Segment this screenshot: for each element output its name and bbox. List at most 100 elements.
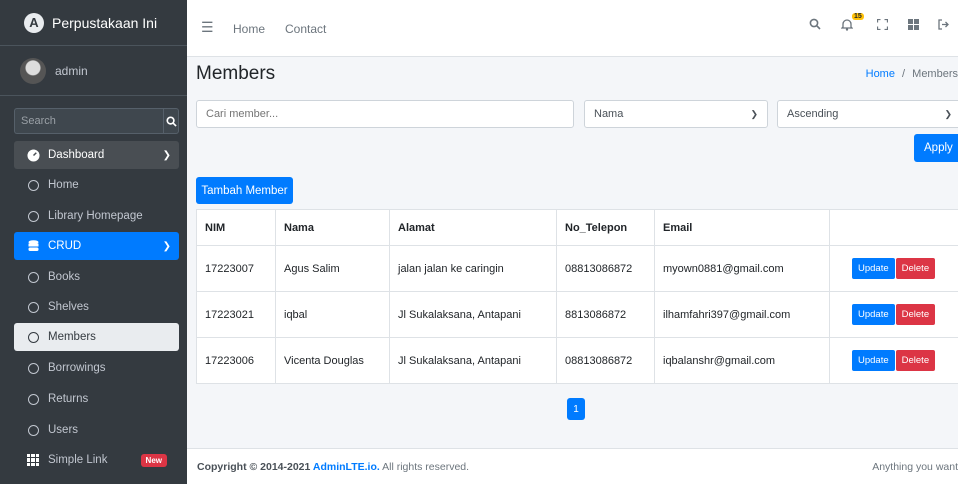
sidebar-item-label: Shelves: [48, 301, 89, 313]
circle-icon: [27, 424, 39, 436]
sidebar-item-crud[interactable]: CRUD ❯: [14, 232, 179, 260]
chevron-down-icon: ❯: [944, 108, 952, 119]
nav-link-home[interactable]: Home: [233, 22, 265, 36]
logout-icon[interactable]: [938, 18, 949, 33]
copyright-prefix: Copyright © 2014-2021: [197, 461, 313, 473]
cell-nama: Agus Salim: [275, 245, 390, 292]
cell-actions: Update Delete: [829, 245, 958, 292]
cell-telepon: 8813086872: [556, 291, 655, 338]
column-header[interactable]: No_Telepon: [556, 209, 655, 246]
table-row: 17223006 Vicenta Douglas Jl Sukalaksana,…: [196, 337, 958, 384]
cell-telepon: 08813086872: [556, 337, 655, 384]
sidebar-search-input[interactable]: [14, 108, 163, 134]
new-badge: New: [140, 453, 167, 467]
cell-nama: Vicenta Douglas: [275, 337, 390, 384]
page-title: Members: [196, 63, 276, 84]
sidebar-item-label: Borrowings: [48, 362, 106, 374]
column-header[interactable]: Alamat: [389, 209, 557, 246]
sidebar-item-label: Simple Link: [48, 454, 108, 466]
sidebar-search: [14, 108, 179, 134]
column-header[interactable]: Nama: [275, 209, 390, 246]
update-button[interactable]: Update: [852, 350, 895, 371]
navbar-search-icon[interactable]: [809, 18, 821, 33]
sidebar-item-label: Users: [48, 424, 79, 436]
delete-button[interactable]: Delete: [895, 304, 936, 325]
sidebar-item-dashboard[interactable]: Dashboard ❯: [14, 141, 179, 169]
cell-email: myown0881@gmail.com: [654, 245, 830, 292]
cell-nim: 17223007: [196, 245, 276, 292]
copyright-text: Copyright © 2014-2021 AdminLTE.io. All r…: [197, 461, 469, 473]
th-icon: [26, 454, 40, 466]
delete-button[interactable]: Delete: [895, 350, 936, 371]
hamburger-menu-icon[interactable]: ☰: [201, 19, 214, 36]
circle-icon: [27, 179, 39, 191]
sidebar-item-label: Dashboard: [48, 149, 105, 161]
dashboard-icon: [26, 148, 40, 162]
apply-button[interactable]: Apply: [914, 134, 958, 162]
fullscreen-icon[interactable]: [876, 18, 889, 33]
cell-telepon: 08813086872: [556, 245, 655, 292]
sort-order-select[interactable]: Ascending ❯: [777, 100, 958, 128]
sidebar-search-button[interactable]: [163, 108, 179, 134]
sidebar-item-returns[interactable]: Returns: [14, 385, 179, 413]
sidebar-item-label: CRUD: [48, 240, 82, 252]
bell-icon[interactable]: [840, 18, 854, 34]
sidebar-item-library-homepage[interactable]: Library Homepage: [14, 202, 179, 230]
sidebar-item-shelves[interactable]: Shelves: [14, 293, 179, 321]
column-header[interactable]: NIM: [196, 209, 276, 246]
circle-icon: [27, 362, 39, 374]
circle-icon: [27, 331, 39, 343]
cell-actions: Update Delete: [829, 337, 958, 384]
member-search-input[interactable]: [196, 100, 574, 128]
delete-button[interactable]: Delete: [895, 258, 936, 279]
sidebar-item-label: Books: [48, 271, 80, 283]
update-button[interactable]: Update: [852, 304, 895, 325]
adminlte-link[interactable]: AdminLTE.io.: [313, 461, 380, 473]
chevron-down-icon: ❯: [750, 108, 758, 119]
copyright-suffix: All rights reserved.: [379, 461, 470, 473]
chevron-down-icon: ❯: [162, 149, 171, 161]
members-table: NIM Nama Alamat No_Telepon Email 1722300…: [196, 209, 958, 384]
sidebar-item-label: Members: [48, 331, 96, 343]
brand-link[interactable]: A Perpustakaan Ini: [0, 0, 187, 46]
cell-email: ilhamfahri397@gmail.com: [654, 291, 830, 338]
user-name: admin: [55, 63, 88, 78]
cell-alamat: Jl Sukalaksana, Antapani: [389, 291, 557, 338]
footer-right-text: Anything you want: [872, 461, 958, 473]
cell-actions: Update Delete: [829, 291, 958, 338]
brand-logo-icon: A: [24, 12, 44, 33]
user-panel[interactable]: admin: [0, 46, 187, 96]
update-button[interactable]: Update: [852, 258, 895, 279]
breadcrumb-current: Members: [912, 68, 958, 80]
table-row: 17223021 iqbal Jl Sukalaksana, Antapani …: [196, 291, 958, 338]
sort-field-select[interactable]: Nama ❯: [584, 100, 768, 128]
sidebar-item-borrowings[interactable]: Borrowings: [14, 354, 179, 382]
table-header-row: NIM Nama Alamat No_Telepon Email: [196, 209, 958, 246]
add-member-button[interactable]: Tambah Member: [196, 177, 293, 204]
pagination-page-1[interactable]: 1: [567, 398, 585, 420]
cell-nama: iqbal: [275, 291, 390, 338]
nav-link-contact[interactable]: Contact: [285, 22, 326, 36]
sidebar-item-users[interactable]: Users: [14, 416, 179, 444]
sidebar-item-members[interactable]: Members: [14, 323, 179, 351]
circle-icon: [27, 301, 39, 313]
breadcrumb-home-link[interactable]: Home: [866, 68, 895, 80]
sort-order-value: Ascending: [787, 108, 839, 120]
sidebar-item-books[interactable]: Books: [14, 263, 179, 291]
notification-badge: 15: [852, 13, 864, 20]
cell-alamat: Jl Sukalaksana, Antapani: [389, 337, 557, 384]
sidebar-item-simple-link[interactable]: Simple Link New: [14, 446, 179, 474]
database-icon: [26, 240, 40, 252]
top-navbar: ☰ Home Contact 15: [187, 0, 958, 57]
chevron-down-icon: ❯: [162, 240, 171, 252]
cell-alamat: jalan jalan ke caringin: [389, 245, 557, 292]
search-icon: [165, 115, 177, 127]
cell-email: iqbalanshr@gmail.com: [654, 337, 830, 384]
circle-icon: [27, 393, 39, 405]
cell-nim: 17223006: [196, 337, 276, 384]
control-sidebar-icon[interactable]: [908, 18, 919, 33]
sidebar-item-home[interactable]: Home: [14, 171, 179, 199]
sidebar-item-label: Returns: [48, 393, 89, 405]
circle-icon: [27, 271, 39, 283]
column-header[interactable]: Email: [654, 209, 830, 246]
